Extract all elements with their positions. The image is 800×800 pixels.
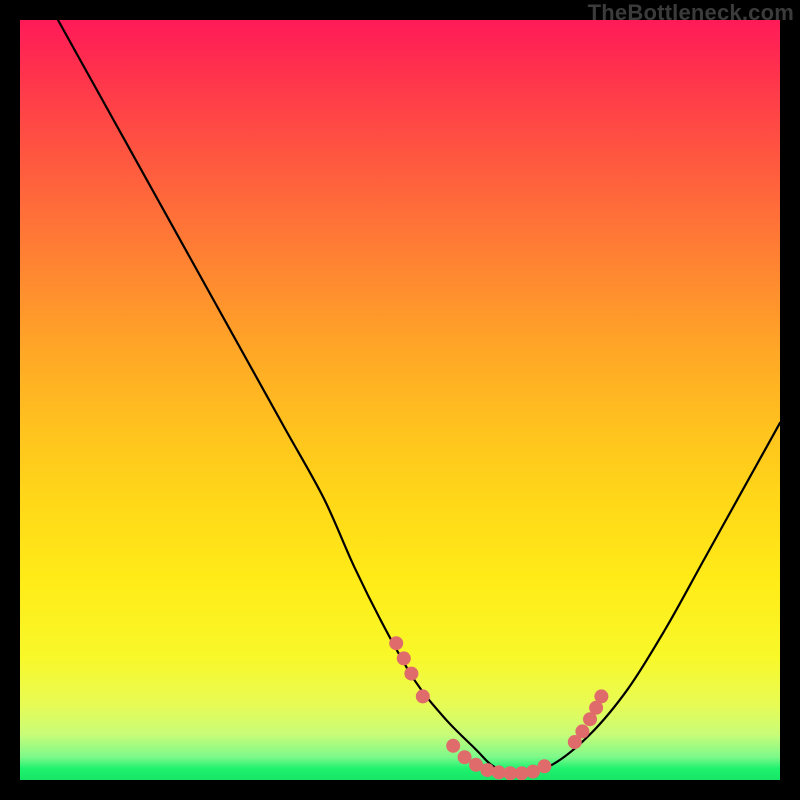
highlight-marker: [446, 739, 460, 753]
marker-group: [389, 636, 608, 780]
highlight-marker: [416, 689, 430, 703]
chart-stage: TheBottleneck.com: [0, 0, 800, 800]
highlight-marker: [537, 759, 551, 773]
highlight-marker: [575, 724, 589, 738]
highlight-marker: [458, 750, 472, 764]
highlight-marker: [397, 651, 411, 665]
plot-area: [20, 20, 780, 780]
highlight-marker: [389, 636, 403, 650]
highlight-marker: [404, 667, 418, 681]
bottleneck-curve: [58, 20, 780, 773]
curve-overlay: [20, 20, 780, 780]
highlight-marker: [594, 689, 608, 703]
